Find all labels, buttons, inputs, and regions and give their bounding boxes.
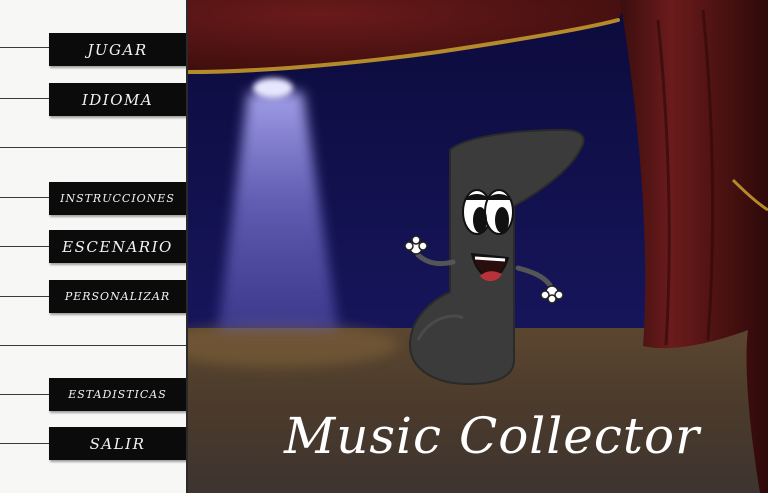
game-title: Music Collector (284, 407, 700, 465)
right-pupil (495, 207, 509, 233)
spotlight-lamp (253, 78, 293, 98)
instrucciones-button[interactable]: INSTRUCCIONES (49, 182, 186, 215)
salir-button[interactable]: SALIR (49, 427, 186, 460)
jugar-button[interactable]: JUGAR (49, 33, 186, 66)
teeth (474, 256, 506, 262)
personalizar-button[interactable]: PERSONALIZAR (49, 280, 186, 313)
main-menu-screen: JUGAR IDIOMA INSTRUCCIONES ESCENARIO PER… (0, 0, 768, 493)
estadisticas-button[interactable]: ESTADISTICAS (49, 378, 186, 411)
left-pupil (473, 207, 487, 233)
escenario-button[interactable]: ESCENARIO (49, 230, 186, 263)
white-key-divider (0, 345, 186, 346)
idioma-button[interactable]: IDIOMA (49, 83, 186, 116)
theater-stage: Music Collector (188, 0, 768, 493)
piano-keyboard-menu: JUGAR IDIOMA INSTRUCCIONES ESCENARIO PER… (0, 0, 188, 493)
white-key-divider (0, 147, 186, 148)
